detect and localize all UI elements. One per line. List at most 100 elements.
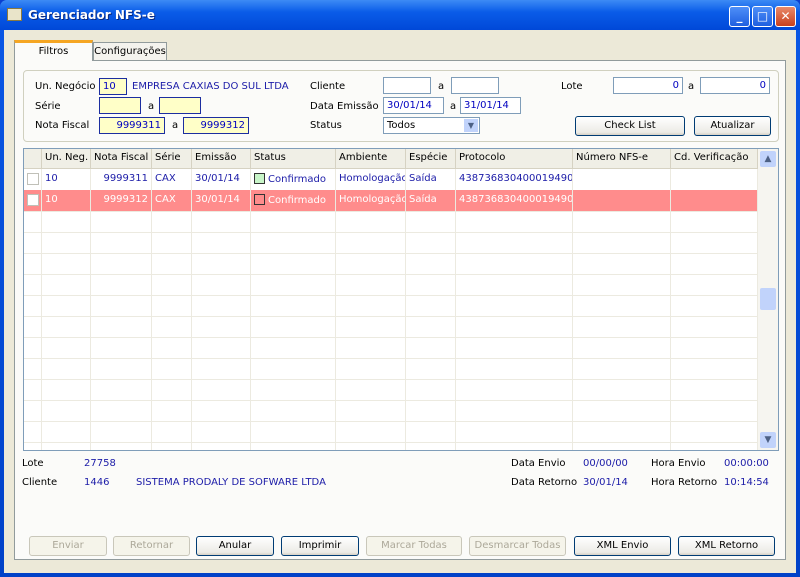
col-header[interactable]: Un. Neg. [42, 149, 91, 169]
check-list-button[interactable]: Check List [575, 116, 685, 136]
scroll-thumb[interactable] [760, 288, 776, 310]
col-header[interactable]: Nota Fiscal [91, 149, 152, 169]
cell-text: CAX [155, 173, 176, 184]
un-negocio-label: Un. Negócio [35, 81, 96, 92]
nota-fiscal-label: Nota Fiscal [35, 120, 90, 131]
col-header[interactable]: Série [152, 149, 192, 169]
enviar-button[interactable]: Enviar [29, 536, 107, 556]
grid-line [24, 337, 759, 338]
window-title: Gerenciador NFS-e [28, 8, 155, 22]
cell-text: Confirmado [268, 174, 327, 185]
close-button[interactable]: ✕ [775, 6, 796, 27]
vertical-scrollbar[interactable]: ▲ ▼ [758, 149, 778, 450]
tab-filtros[interactable]: Filtros [14, 40, 93, 61]
status-select-value: Todos [387, 120, 416, 131]
row-checkbox[interactable] [27, 173, 39, 185]
lote-label: Lote [561, 81, 583, 92]
grid-line [24, 274, 759, 275]
grid-line [24, 421, 759, 422]
un-negocio-input[interactable]: 10 [99, 78, 127, 95]
cell-protocolo: 43873683040001949095 [456, 190, 573, 211]
serie-from-input[interactable] [99, 97, 141, 114]
col-header[interactable]: Ambiente [336, 149, 406, 169]
cliente-from-input[interactable] [383, 77, 431, 94]
data-envio: 00/00/00 [583, 458, 628, 469]
nota-to-sep: a [172, 120, 179, 131]
info-lote: 27758 [84, 458, 116, 469]
hora-retorno-label: Hora Retorno [651, 477, 718, 488]
cliente-to-input[interactable] [451, 77, 499, 94]
retornar-button[interactable]: Retornar [113, 536, 190, 556]
nota-from-input[interactable]: 9999311 [99, 117, 165, 134]
maximize-button[interactable]: □ [752, 6, 773, 27]
cell-text: Saída [409, 173, 437, 184]
cell-cd [671, 190, 758, 211]
marcar-todas-button[interactable]: Marcar Todas [366, 536, 462, 556]
scroll-up-icon[interactable]: ▲ [760, 151, 776, 167]
grid-col-line [670, 169, 671, 450]
status-select[interactable]: Todos ▼ [383, 117, 480, 134]
col-header[interactable]: Protocolo [456, 149, 573, 169]
data-envio-label: Data Envio [511, 458, 566, 469]
lote-from-input[interactable]: 0 [613, 77, 683, 94]
cell-ambiente: Homologação [336, 169, 406, 190]
xml-retorno-button[interactable]: XML Retorno [678, 536, 775, 556]
grid-col-line [405, 169, 406, 450]
grid-line [24, 442, 759, 443]
cell-text: 10 [45, 194, 58, 205]
cell-serie: CAX [152, 190, 192, 211]
cell-text: 43873683040001949095 [459, 173, 573, 184]
nfse-grid: Un. Neg. Nota Fiscal Série Emissão Statu… [23, 148, 779, 451]
chevron-down-icon[interactable]: ▼ [464, 119, 478, 132]
info-cliente-label: Cliente [22, 477, 58, 488]
nota-to-input[interactable]: 9999312 [183, 117, 249, 134]
info-cliente-code: 1446 [84, 477, 110, 488]
cell-nota: 9999312 [91, 190, 152, 211]
grid-col-line [455, 169, 456, 450]
cell-emissao: 30/01/14 [192, 169, 251, 190]
cell-especie: Saída [406, 169, 456, 190]
title-bar[interactable]: Gerenciador NFS-e _ □ ✕ [0, 0, 800, 30]
lote-to-sep: a [688, 81, 695, 92]
col-header[interactable]: Emissão [192, 149, 251, 169]
grid-col-line [151, 169, 152, 450]
col-header[interactable]: Número NFS-e [573, 149, 671, 169]
minimize-button[interactable]: _ [729, 6, 750, 27]
serie-to-sep: a [148, 101, 155, 112]
cell-text: 10 [45, 173, 58, 184]
cell-cd [671, 169, 758, 190]
cell-text: 30/01/14 [195, 173, 240, 184]
imprimir-button[interactable]: Imprimir [281, 536, 359, 556]
xml-envio-button[interactable]: XML Envio [574, 536, 671, 556]
cell-text: Homologação [339, 173, 406, 184]
grid-line [24, 358, 759, 359]
hora-envio: 00:00:00 [724, 458, 769, 469]
data-to-sep: a [450, 101, 457, 112]
col-header[interactable]: Status [251, 149, 336, 169]
grid-line [24, 253, 759, 254]
cell-text: CAX [155, 194, 176, 205]
data-to-input[interactable]: 31/01/14 [460, 97, 521, 114]
cell-status: Confirmado [251, 190, 336, 211]
info-lote-label: Lote [22, 458, 44, 469]
grid-col-line [250, 169, 251, 450]
cell-serie: CAX [152, 169, 192, 190]
scroll-down-icon[interactable]: ▼ [760, 432, 776, 448]
grid-line [24, 379, 759, 380]
col-header[interactable]: Cd. Verificação [671, 149, 758, 169]
lote-to-input[interactable]: 0 [700, 77, 770, 94]
tab-configuracoes[interactable]: Configurações [93, 42, 167, 61]
serie-label: Série [35, 101, 61, 112]
serie-to-input[interactable] [159, 97, 201, 114]
grid-line [24, 211, 759, 212]
atualizar-button[interactable]: Atualizar [694, 116, 771, 136]
desmarcar-todas-button[interactable]: Desmarcar Todas [469, 536, 566, 556]
grid-col-line [41, 169, 42, 450]
col-header[interactable]: Espécie [406, 149, 456, 169]
cell-text: Homologação [339, 194, 406, 205]
anular-button[interactable]: Anular [196, 536, 274, 556]
row-checkbox[interactable] [27, 194, 39, 206]
cell-especie: Saída [406, 190, 456, 211]
grid-col-line [191, 169, 192, 450]
data-from-input[interactable]: 30/01/14 [383, 97, 444, 114]
